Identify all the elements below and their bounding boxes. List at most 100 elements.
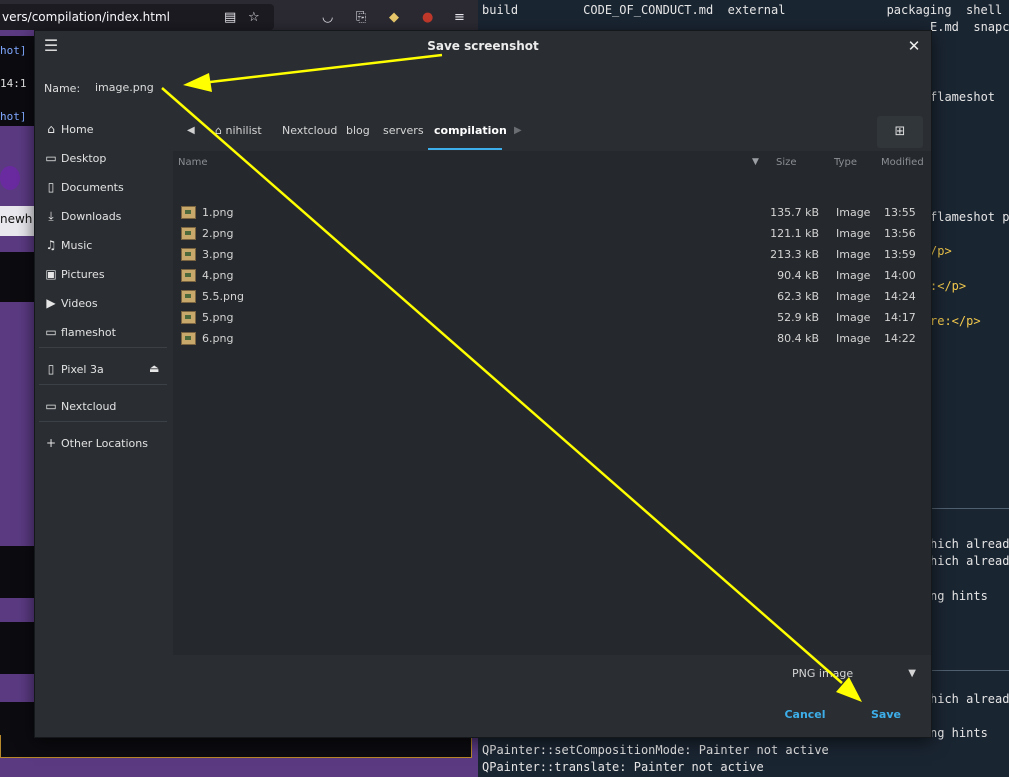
file-size: 90.4 kB bbox=[777, 269, 819, 282]
terminal-line: ng hints bbox=[930, 726, 988, 740]
file-row[interactable]: 4.png 90.4 kB Image 14:00 bbox=[173, 266, 931, 287]
code-block bbox=[0, 546, 34, 598]
file-row[interactable]: 5.5.png 62.3 kB Image 14:24 bbox=[173, 287, 931, 308]
file-type: Image bbox=[836, 332, 871, 345]
file-size: 213.3 kB bbox=[770, 248, 819, 261]
new-folder-button[interactable]: ⊞ bbox=[877, 116, 923, 148]
sidebar-item-other-locations[interactable]: + Other Locations bbox=[43, 432, 167, 454]
sidebar-item-label: Nextcloud bbox=[61, 400, 117, 413]
folder-icon: ▭ bbox=[45, 151, 57, 165]
file-name: 5.5.png bbox=[202, 290, 244, 303]
file-size: 80.4 kB bbox=[777, 332, 819, 345]
file-row[interactable]: 5.png 52.9 kB Image 14:17 bbox=[173, 308, 931, 329]
path-forward-arrow-icon[interactable]: ▶ bbox=[514, 125, 522, 136]
path-back-arrow-icon[interactable]: ◀ bbox=[187, 125, 195, 136]
reader-icon[interactable]: ▤ bbox=[224, 10, 236, 25]
cancel-button[interactable]: Cancel bbox=[774, 703, 836, 725]
sidebar-item-label: Pixel 3a bbox=[61, 363, 104, 376]
terminal-line: QPainter::translate: Painter not active bbox=[482, 760, 764, 774]
code-text: hot] bbox=[0, 44, 27, 57]
download-icon: ⤓ bbox=[48, 209, 54, 223]
column-header-type[interactable]: Type bbox=[834, 157, 857, 168]
extension-icon[interactable]: ◆ bbox=[389, 10, 399, 25]
document-icon: ▯ bbox=[47, 180, 55, 194]
terminal-line: /p> bbox=[930, 244, 952, 258]
terminal-line: hich alread bbox=[930, 692, 1009, 706]
sidebar-item-home[interactable]: ⌂ Home bbox=[43, 118, 167, 140]
terminal-line: hich alread bbox=[930, 554, 1009, 568]
sidebar-item-label: flameshot bbox=[61, 326, 116, 339]
file-browser: ◀ ⌂ nihilist Nextcloud blog servers comp… bbox=[173, 115, 931, 655]
image-file-icon bbox=[181, 248, 196, 261]
file-modified: 13:59 bbox=[884, 248, 916, 261]
image-file-icon bbox=[181, 332, 196, 345]
terminal-line: re:</p> bbox=[930, 314, 981, 328]
music-icon: ♫ bbox=[45, 238, 57, 252]
file-modified: 14:00 bbox=[884, 269, 916, 282]
code-text: 14:1 bbox=[0, 77, 27, 90]
sidebar-item-flameshot[interactable]: ▭ flameshot bbox=[43, 321, 167, 343]
file-modified: 14:22 bbox=[884, 332, 916, 345]
active-crumb-indicator bbox=[428, 148, 502, 150]
file-type: Image bbox=[836, 311, 871, 324]
sidebar-item-label: Music bbox=[61, 239, 93, 252]
dialog-titlebar[interactable]: ☰ Save screenshot ✕ bbox=[35, 31, 931, 63]
file-row[interactable]: 3.png 213.3 kB Image 13:59 bbox=[173, 245, 931, 266]
close-icon[interactable]: ✕ bbox=[905, 37, 923, 55]
folder-icon: ▭ bbox=[45, 399, 57, 413]
bookmark-star-icon[interactable]: ☆ bbox=[248, 10, 260, 25]
sidebar-item-pictures[interactable]: ▣ Pictures bbox=[43, 263, 167, 285]
sidebar-item-label: Documents bbox=[61, 181, 124, 194]
crumb-nextcloud[interactable]: Nextcloud bbox=[282, 124, 337, 137]
column-header-name[interactable]: Name bbox=[178, 157, 208, 168]
column-header-size[interactable]: Size bbox=[776, 157, 797, 168]
image-file-icon bbox=[181, 290, 196, 303]
sidebar-item-downloads[interactable]: ⤓ Downloads bbox=[43, 205, 167, 227]
sidebar-item-documents[interactable]: ▯ Documents bbox=[43, 176, 167, 198]
share-icon[interactable]: ⎘ bbox=[356, 10, 366, 25]
save-button[interactable]: Save bbox=[855, 703, 917, 725]
file-modified: 14:24 bbox=[884, 290, 916, 303]
image-file-icon bbox=[181, 269, 196, 282]
file-size: 52.9 kB bbox=[777, 311, 819, 324]
sidebar-item-label: Other Locations bbox=[61, 437, 148, 450]
filename-input[interactable] bbox=[89, 74, 929, 102]
code-text: hot] bbox=[0, 110, 27, 123]
sidebar-divider bbox=[39, 347, 167, 348]
sidebar-item-pixel-3a[interactable]: ▯ Pixel 3a ⏏ bbox=[43, 358, 167, 380]
new-folder-icon: ⊞ bbox=[894, 124, 906, 139]
crumb-home[interactable]: ⌂ nihilist bbox=[215, 124, 262, 137]
crumb-blog[interactable]: blog bbox=[346, 124, 370, 137]
file-name: 2.png bbox=[202, 227, 234, 240]
file-size: 62.3 kB bbox=[777, 290, 819, 303]
file-type-filter-select[interactable]: PNG image ▼ bbox=[786, 661, 922, 687]
save-dialog: ☰ Save screenshot ✕ Name: ⌂ Home ▭ Desktop… bbox=[34, 30, 932, 738]
sidebar-item-desktop[interactable]: ▭ Desktop bbox=[43, 147, 167, 169]
terminal-divider bbox=[930, 508, 1009, 509]
dialog-title: Save screenshot bbox=[427, 39, 539, 53]
sidebar-item-nextcloud[interactable]: ▭ Nextcloud bbox=[43, 395, 167, 417]
file-name: 5.png bbox=[202, 311, 234, 324]
code-block bbox=[0, 252, 34, 302]
sort-down-icon[interactable]: ▼ bbox=[752, 157, 759, 167]
crumb-compilation[interactable]: compilation bbox=[434, 124, 507, 137]
file-type: Image bbox=[836, 227, 871, 240]
ublock-icon[interactable]: ● bbox=[422, 10, 433, 25]
image-file-icon bbox=[181, 206, 196, 219]
heading-text: newh bbox=[0, 212, 33, 226]
menu-icon[interactable]: ≡ bbox=[454, 10, 465, 25]
eject-icon[interactable]: ⏏ bbox=[149, 358, 159, 380]
crumb-servers[interactable]: servers bbox=[383, 124, 424, 137]
column-header-modified[interactable]: Modified bbox=[881, 157, 924, 168]
phone-icon: ▯ bbox=[47, 362, 55, 376]
pocket-icon[interactable]: ◡ bbox=[322, 10, 333, 25]
file-row[interactable]: 1.png 135.7 kB Image 13:55 bbox=[173, 203, 931, 224]
places-sidebar: ⌂ Home ▭ Desktop ▯ Documents ⤓ Downloads ♫ Mu… bbox=[35, 115, 173, 695]
terminal-line: build CODE_OF_CONDUCT.md external packag… bbox=[482, 3, 1003, 17]
file-row[interactable]: 2.png 121.1 kB Image 13:56 bbox=[173, 224, 931, 245]
path-bar: ◀ ⌂ nihilist Nextcloud blog servers comp… bbox=[173, 115, 931, 151]
file-row[interactable]: 6.png 80.4 kB Image 14:22 bbox=[173, 329, 931, 350]
sidebar-item-videos[interactable]: ▶ Videos bbox=[43, 292, 167, 314]
home-icon: ⌂ bbox=[47, 122, 55, 136]
sidebar-item-music[interactable]: ♫ Music bbox=[43, 234, 167, 256]
